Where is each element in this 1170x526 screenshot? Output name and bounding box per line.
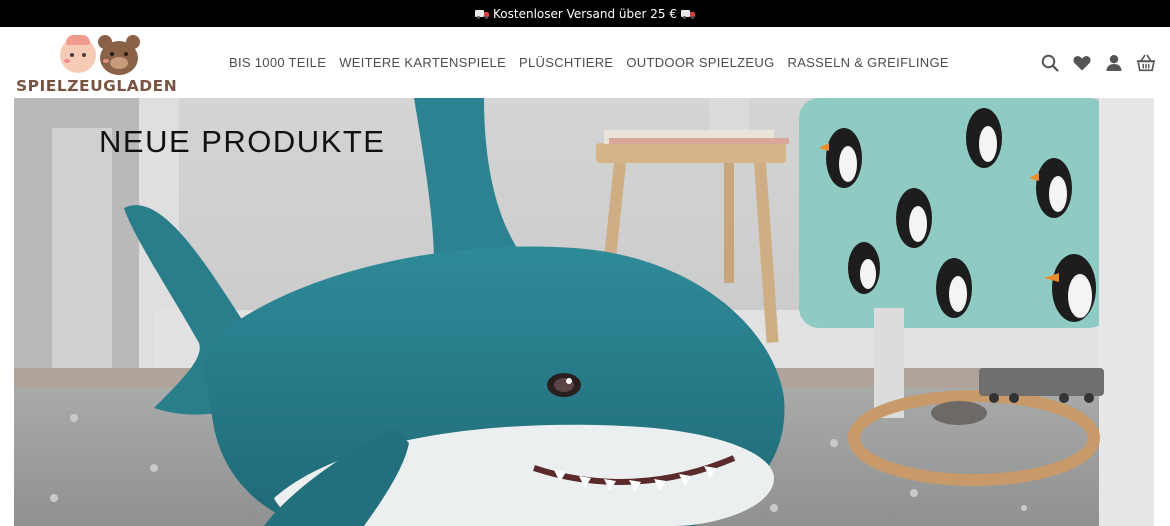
nav-item-rasseln-greiflinge[interactable]: RASSELN & GREIFLINGE: [788, 55, 949, 70]
logo[interactable]: SPIELZEUGLADEN: [16, 31, 184, 95]
truck-icon: [475, 9, 490, 19]
heart-icon[interactable]: [1072, 53, 1092, 73]
main-nav: BIS 1000 TEILE WEITERE KARTENSPIELE PLÜS…: [229, 27, 949, 98]
search-icon[interactable]: [1040, 53, 1060, 73]
nav-item-weitere-kartenspiele[interactable]: WEITERE KARTENSPIELE: [339, 55, 506, 70]
truck-icon: [680, 9, 695, 19]
nav-item-plueschtiere[interactable]: PLÜSCHTIERE: [519, 55, 613, 70]
nav-item-bis-1000-teile[interactable]: BIS 1000 TEILE: [229, 55, 326, 70]
user-icon[interactable]: [1104, 53, 1124, 73]
brand-name: SPIELZEUGLADEN: [16, 77, 178, 95]
page-margin: [1154, 98, 1170, 526]
hero-title: NEUE PRODUKTE: [99, 124, 386, 159]
promo-bar: Kostenloser Versand über 25 €: [0, 0, 1170, 27]
baby-face-icon: [60, 35, 96, 73]
promo-text: Kostenloser Versand über 25 €: [493, 6, 677, 21]
hero-image: [14, 98, 1154, 526]
basket-icon[interactable]: [1136, 53, 1156, 73]
bear-face-icon: [98, 35, 140, 75]
hero-banner[interactable]: NEUE PRODUKTE: [14, 98, 1154, 526]
header-icons: [1040, 27, 1156, 98]
nav-item-outdoor-spielzeug[interactable]: OUTDOOR SPIELZEUG: [626, 55, 774, 70]
site-header: SPIELZEUGLADEN BIS 1000 TEILE WEITERE KA…: [0, 27, 1170, 98]
